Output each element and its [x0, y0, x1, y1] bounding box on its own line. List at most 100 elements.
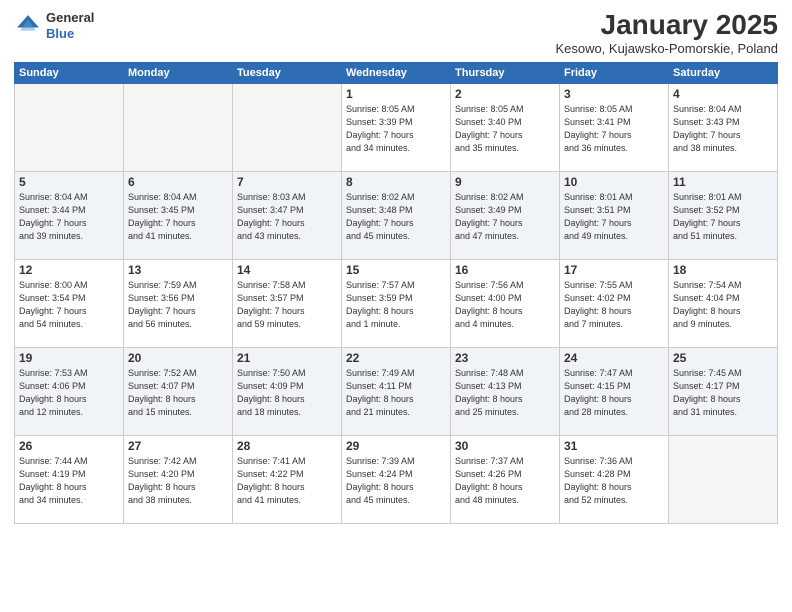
day-info: Sunrise: 8:05 AM Sunset: 3:39 PM Dayligh… [346, 103, 446, 155]
day-info: Sunrise: 8:04 AM Sunset: 3:44 PM Dayligh… [19, 191, 119, 243]
table-row: 19 Sunrise: 7:53 AM Sunset: 4:06 PM Dayli… [15, 347, 124, 435]
day-number: 30 [455, 439, 555, 453]
day-info: Sunrise: 7:58 AM Sunset: 3:57 PM Dayligh… [237, 279, 337, 331]
table-row: 12 Sunrise: 8:00 AM Sunset: 3:54 PM Dayli… [15, 259, 124, 347]
table-row: 20 Sunrise: 7:52 AM Sunset: 4:07 PM Dayli… [124, 347, 233, 435]
day-number: 5 [19, 175, 119, 189]
table-row: 3 Sunrise: 8:05 AM Sunset: 3:41 PM Daylig… [560, 83, 669, 171]
header-friday: Friday [560, 62, 669, 83]
calendar-row-4: 26 Sunrise: 7:44 AM Sunset: 4:19 PM Dayli… [15, 435, 778, 523]
day-info: Sunrise: 7:54 AM Sunset: 4:04 PM Dayligh… [673, 279, 773, 331]
header-monday: Monday [124, 62, 233, 83]
table-row: 14 Sunrise: 7:58 AM Sunset: 3:57 PM Dayli… [233, 259, 342, 347]
day-info: Sunrise: 7:44 AM Sunset: 4:19 PM Dayligh… [19, 455, 119, 507]
day-number: 13 [128, 263, 228, 277]
day-number: 24 [564, 351, 664, 365]
day-info: Sunrise: 8:01 AM Sunset: 3:51 PM Dayligh… [564, 191, 664, 243]
day-number: 12 [19, 263, 119, 277]
table-row: 13 Sunrise: 7:59 AM Sunset: 3:56 PM Dayli… [124, 259, 233, 347]
calendar-row-0: 1 Sunrise: 8:05 AM Sunset: 3:39 PM Daylig… [15, 83, 778, 171]
table-row: 21 Sunrise: 7:50 AM Sunset: 4:09 PM Dayli… [233, 347, 342, 435]
day-number: 1 [346, 87, 446, 101]
day-number: 27 [128, 439, 228, 453]
day-number: 21 [237, 351, 337, 365]
calendar: Sunday Monday Tuesday Wednesday Thursday… [14, 62, 778, 524]
logo-blue: Blue [46, 26, 74, 41]
day-info: Sunrise: 8:00 AM Sunset: 3:54 PM Dayligh… [19, 279, 119, 331]
day-number: 20 [128, 351, 228, 365]
table-row [15, 83, 124, 171]
day-info: Sunrise: 8:03 AM Sunset: 3:47 PM Dayligh… [237, 191, 337, 243]
logo: General Blue [14, 10, 94, 41]
table-row: 7 Sunrise: 8:03 AM Sunset: 3:47 PM Daylig… [233, 171, 342, 259]
day-number: 10 [564, 175, 664, 189]
day-number: 6 [128, 175, 228, 189]
day-number: 14 [237, 263, 337, 277]
day-number: 22 [346, 351, 446, 365]
header-wednesday: Wednesday [342, 62, 451, 83]
header-sunday: Sunday [15, 62, 124, 83]
table-row: 1 Sunrise: 8:05 AM Sunset: 3:39 PM Daylig… [342, 83, 451, 171]
table-row: 11 Sunrise: 8:01 AM Sunset: 3:52 PM Dayli… [669, 171, 778, 259]
day-info: Sunrise: 8:01 AM Sunset: 3:52 PM Dayligh… [673, 191, 773, 243]
day-info: Sunrise: 8:04 AM Sunset: 3:43 PM Dayligh… [673, 103, 773, 155]
day-number: 7 [237, 175, 337, 189]
table-row [669, 435, 778, 523]
day-number: 31 [564, 439, 664, 453]
day-info: Sunrise: 7:42 AM Sunset: 4:20 PM Dayligh… [128, 455, 228, 507]
table-row: 25Sunrise: 7:45 AM Sunset: 4:17 PM Dayli… [669, 347, 778, 435]
day-info: Sunrise: 7:55 AM Sunset: 4:02 PM Dayligh… [564, 279, 664, 331]
table-row: 2Sunrise: 8:05 AM Sunset: 3:40 PM Daylig… [451, 83, 560, 171]
day-info: Sunrise: 8:05 AM Sunset: 3:40 PM Dayligh… [455, 103, 555, 155]
day-number: 11 [673, 175, 773, 189]
day-number: 26 [19, 439, 119, 453]
title-block: January 2025 Kesowo, Kujawsko-Pomorskie,… [555, 10, 778, 56]
day-info: Sunrise: 7:37 AM Sunset: 4:26 PM Dayligh… [455, 455, 555, 507]
day-info: Sunrise: 8:05 AM Sunset: 3:41 PM Dayligh… [564, 103, 664, 155]
day-info: Sunrise: 8:04 AM Sunset: 3:45 PM Dayligh… [128, 191, 228, 243]
table-row: 8 Sunrise: 8:02 AM Sunset: 3:48 PM Daylig… [342, 171, 451, 259]
day-info: Sunrise: 7:50 AM Sunset: 4:09 PM Dayligh… [237, 367, 337, 419]
table-row: 27 Sunrise: 7:42 AM Sunset: 4:20 PM Dayli… [124, 435, 233, 523]
month-title: January 2025 [555, 10, 778, 41]
logo-icon [14, 12, 42, 40]
day-info: Sunrise: 7:49 AM Sunset: 4:11 PM Dayligh… [346, 367, 446, 419]
day-number: 23 [455, 351, 555, 365]
table-row: 31Sunrise: 7:36 AM Sunset: 4:28 PM Dayli… [560, 435, 669, 523]
calendar-row-3: 19 Sunrise: 7:53 AM Sunset: 4:06 PM Dayli… [15, 347, 778, 435]
day-info: Sunrise: 7:53 AM Sunset: 4:06 PM Dayligh… [19, 367, 119, 419]
table-row [233, 83, 342, 171]
day-info: Sunrise: 7:57 AM Sunset: 3:59 PM Dayligh… [346, 279, 446, 331]
table-row: 10 Sunrise: 8:01 AM Sunset: 3:51 PM Dayli… [560, 171, 669, 259]
header-saturday: Saturday [669, 62, 778, 83]
table-row: 15 Sunrise: 7:57 AM Sunset: 3:59 PM Dayli… [342, 259, 451, 347]
day-number: 16 [455, 263, 555, 277]
page: General Blue January 2025 Kesowo, Kujaws… [0, 0, 792, 612]
header-tuesday: Tuesday [233, 62, 342, 83]
day-number: 19 [19, 351, 119, 365]
location: Kesowo, Kujawsko-Pomorskie, Poland [555, 41, 778, 56]
day-number: 15 [346, 263, 446, 277]
day-info: Sunrise: 7:41 AM Sunset: 4:22 PM Dayligh… [237, 455, 337, 507]
table-row: 4Sunrise: 8:04 AM Sunset: 3:43 PM Daylig… [669, 83, 778, 171]
day-info: Sunrise: 7:56 AM Sunset: 4:00 PM Dayligh… [455, 279, 555, 331]
day-number: 29 [346, 439, 446, 453]
table-row: 22 Sunrise: 7:49 AM Sunset: 4:11 PM Dayli… [342, 347, 451, 435]
day-info: Sunrise: 7:45 AM Sunset: 4:17 PM Dayligh… [673, 367, 773, 419]
table-row: 16 Sunrise: 7:56 AM Sunset: 4:00 PM Dayli… [451, 259, 560, 347]
day-number: 17 [564, 263, 664, 277]
day-info: Sunrise: 8:02 AM Sunset: 3:48 PM Dayligh… [346, 191, 446, 243]
day-number: 28 [237, 439, 337, 453]
day-number: 3 [564, 87, 664, 101]
header: General Blue January 2025 Kesowo, Kujaws… [14, 10, 778, 56]
day-number: 18 [673, 263, 773, 277]
calendar-row-2: 12 Sunrise: 8:00 AM Sunset: 3:54 PM Dayli… [15, 259, 778, 347]
day-info: Sunrise: 7:59 AM Sunset: 3:56 PM Dayligh… [128, 279, 228, 331]
day-number: 9 [455, 175, 555, 189]
table-row: 26 Sunrise: 7:44 AM Sunset: 4:19 PM Dayli… [15, 435, 124, 523]
day-info: Sunrise: 7:39 AM Sunset: 4:24 PM Dayligh… [346, 455, 446, 507]
day-info: Sunrise: 7:52 AM Sunset: 4:07 PM Dayligh… [128, 367, 228, 419]
day-number: 8 [346, 175, 446, 189]
table-row: 28 Sunrise: 7:41 AM Sunset: 4:22 PM Dayli… [233, 435, 342, 523]
day-info: Sunrise: 7:47 AM Sunset: 4:15 PM Dayligh… [564, 367, 664, 419]
